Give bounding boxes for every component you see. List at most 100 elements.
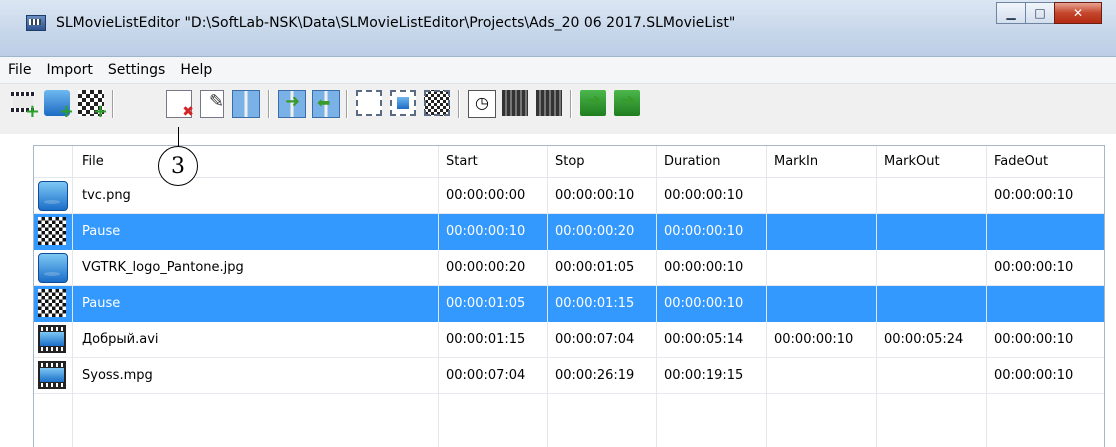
cell-markin bbox=[766, 286, 876, 321]
cell-start: 00:00:01:05 bbox=[446, 296, 526, 311]
minimize-icon: ▁ bbox=[1006, 6, 1016, 20]
split-icon[interactable] bbox=[232, 90, 260, 118]
table-row[interactable]: Syoss.mpg 00:00:07:04 00:00:26:19 00:00:19:… bbox=[34, 358, 1104, 394]
cell-markout bbox=[876, 214, 986, 249]
video-strip-icon[interactable] bbox=[502, 90, 528, 116]
frame-empty-icon[interactable] bbox=[356, 90, 382, 116]
clock-icon[interactable] bbox=[468, 90, 496, 118]
cell-markin bbox=[766, 250, 876, 285]
cell-fadeout bbox=[986, 214, 1104, 249]
cell-duration: 00:00:00:10 bbox=[664, 224, 744, 239]
movie-list-table[interactable]: File Start Stop Duration MarkIn MarkOut … bbox=[33, 145, 1105, 447]
column-header-file[interactable]: File bbox=[74, 146, 438, 177]
column-header-markout[interactable]: MarkOut bbox=[876, 146, 986, 177]
maximize-button[interactable]: □ bbox=[1025, 2, 1055, 24]
column-divider bbox=[547, 146, 548, 447]
menu-settings[interactable]: Settings bbox=[101, 62, 172, 78]
frame-checker-icon[interactable] bbox=[424, 90, 450, 116]
video-file-icon bbox=[38, 325, 66, 353]
cell-file: VGTRK_logo_Pantone.jpg bbox=[82, 260, 244, 275]
move-right-icon[interactable] bbox=[278, 90, 306, 118]
cell-duration: 00:00:00:10 bbox=[664, 296, 744, 311]
cell-start: 00:00:00:20 bbox=[446, 260, 526, 275]
callout-number: 3 bbox=[158, 146, 198, 186]
cell-duration: 00:00:05:14 bbox=[664, 332, 744, 347]
image-file-icon bbox=[38, 181, 68, 211]
cell-markout bbox=[876, 178, 986, 213]
close-button[interactable]: ✕ bbox=[1054, 2, 1102, 24]
cell-start: 00:00:00:10 bbox=[446, 224, 526, 239]
cell-markin: 00:00:00:10 bbox=[774, 332, 854, 347]
video-file-icon bbox=[38, 361, 66, 389]
cell-stop: 00:00:01:05 bbox=[555, 260, 635, 275]
toolbar-separator bbox=[268, 90, 270, 118]
copy-forward-icon[interactable] bbox=[580, 90, 606, 116]
toolbar-separator bbox=[570, 90, 572, 118]
cell-stop: 00:00:01:15 bbox=[555, 296, 635, 311]
column-divider bbox=[766, 146, 767, 447]
cell-start: 00:00:00:00 bbox=[446, 188, 526, 203]
table-row[interactable]: VGTRK_logo_Pantone.jpg 00:00:00:20 00:00:0… bbox=[34, 250, 1104, 286]
move-left-icon[interactable] bbox=[312, 90, 340, 118]
toolbar-separator bbox=[346, 90, 348, 118]
toolbar-separator bbox=[112, 90, 114, 118]
cell-stop: 00:00:00:20 bbox=[555, 224, 635, 239]
pause-icon bbox=[38, 217, 66, 245]
add-image-icon[interactable] bbox=[44, 90, 74, 122]
table-row[interactable]: tvc.png 00:00:00:00 00:00:00:10 00:00:00:10… bbox=[34, 178, 1104, 214]
cell-file: Pause bbox=[82, 224, 121, 239]
column-header-fadeout[interactable]: FadeOut bbox=[986, 146, 1104, 177]
cell-stop: 00:00:26:19 bbox=[555, 368, 635, 383]
title-bar[interactable]: SLMovieListEditor "D:\SoftLab-NSK\Data\S… bbox=[0, 0, 1116, 57]
menu-bar: File Import Settings Help bbox=[0, 57, 1116, 84]
cell-stop: 00:00:07:04 bbox=[555, 332, 635, 347]
delete-item-icon[interactable] bbox=[166, 90, 194, 120]
table-row[interactable]: Pause 00:00:01:05 00:00:01:15 00:00:00:10 bbox=[34, 286, 1104, 322]
cell-file: Добрый.avi bbox=[82, 332, 159, 347]
close-icon: ✕ bbox=[1072, 6, 1084, 20]
column-divider bbox=[876, 146, 877, 447]
cell-markout: 00:00:05:24 bbox=[884, 332, 964, 347]
video-strip-2-icon[interactable] bbox=[536, 90, 562, 116]
cell-markout bbox=[876, 250, 986, 285]
table-row[interactable]: Pause 00:00:00:10 00:00:00:20 00:00:00:10 bbox=[34, 214, 1104, 250]
cell-file: tvc.png bbox=[82, 188, 131, 203]
cell-fadeout: 00:00:00:10 bbox=[994, 368, 1074, 383]
column-header-stop[interactable]: Stop bbox=[547, 146, 656, 177]
edit-item-icon[interactable] bbox=[200, 90, 224, 118]
cell-fadeout: 00:00:00:10 bbox=[994, 260, 1074, 275]
cell-markout bbox=[876, 358, 986, 393]
menu-file[interactable]: File bbox=[1, 62, 38, 78]
add-pause-icon[interactable] bbox=[78, 90, 108, 122]
copy-back-icon[interactable] bbox=[614, 90, 640, 116]
menu-help[interactable]: Help bbox=[173, 62, 219, 78]
cell-file: Syoss.mpg bbox=[82, 368, 153, 383]
cell-markin bbox=[766, 214, 876, 249]
toolbar-separator bbox=[458, 90, 460, 118]
cell-markout bbox=[876, 286, 986, 321]
add-video-icon[interactable] bbox=[10, 90, 40, 122]
cell-markin bbox=[766, 178, 876, 213]
image-file-icon bbox=[38, 253, 68, 283]
window-title: SLMovieListEditor "D:\SoftLab-NSK\Data\S… bbox=[56, 15, 736, 31]
menu-import[interactable]: Import bbox=[39, 62, 99, 78]
app-icon bbox=[26, 15, 46, 31]
column-header-markin[interactable]: MarkIn bbox=[766, 146, 876, 177]
cell-duration: 00:00:00:10 bbox=[664, 260, 744, 275]
cell-start: 00:00:07:04 bbox=[446, 368, 526, 383]
column-header-start[interactable]: Start bbox=[438, 146, 547, 177]
frame-image-icon[interactable] bbox=[390, 90, 416, 116]
column-divider bbox=[72, 146, 73, 447]
cell-markin bbox=[766, 358, 876, 393]
window-controls: ▁ □ ✕ bbox=[996, 2, 1102, 24]
cell-fadeout: 00:00:00:10 bbox=[994, 188, 1074, 203]
column-header-duration[interactable]: Duration bbox=[656, 146, 766, 177]
minimize-button[interactable]: ▁ bbox=[996, 2, 1026, 24]
cell-stop: 00:00:00:10 bbox=[555, 188, 635, 203]
cell-file: Pause bbox=[82, 296, 121, 311]
cell-start: 00:00:01:15 bbox=[446, 332, 526, 347]
cell-duration: 00:00:19:15 bbox=[664, 368, 744, 383]
cell-fadeout: 00:00:00:10 bbox=[994, 332, 1074, 347]
table-row[interactable]: Добрый.avi 00:00:01:15 00:00:07:04 00:00:05… bbox=[34, 322, 1104, 358]
maximize-icon: □ bbox=[1034, 6, 1046, 20]
